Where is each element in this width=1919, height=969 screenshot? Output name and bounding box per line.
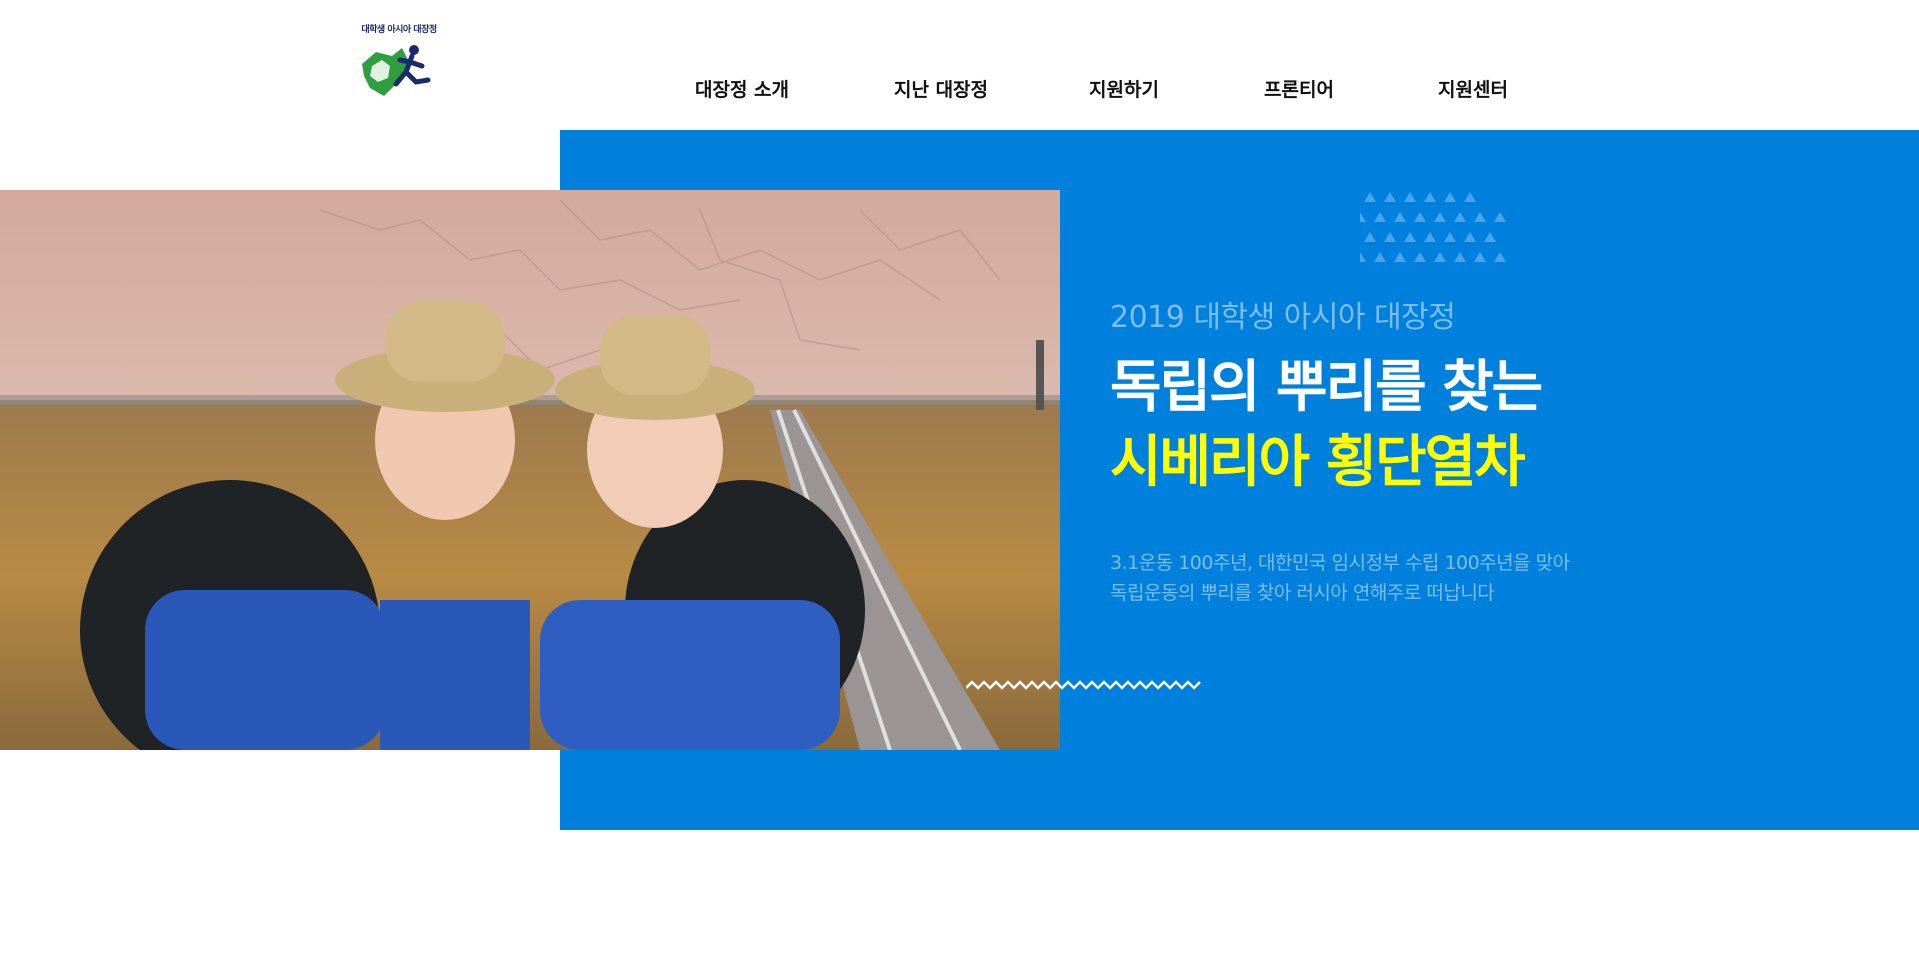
runner-map-logo-icon — [362, 45, 431, 96]
two-students-on-railway-photo-icon — [0, 190, 1060, 750]
hero-photo — [0, 190, 1060, 750]
zigzag-divider-icon — [966, 680, 1201, 690]
hero-title-line1: 독립의 뿌리를 찾는 — [1110, 355, 1543, 420]
site-logo[interactable]: 대학생 아시아 대장정 — [354, 18, 444, 104]
hero-description-line2: 독립운동의 뿌리를 찾아 러시아 연해주로 떠납니다 — [1110, 582, 1495, 604]
nav-item-support-center[interactable]: 지원센터 — [1438, 76, 1508, 104]
nav-item-about[interactable]: 대장정 소개 — [695, 76, 789, 104]
hero-description-line1: 3.1운동 100주년, 대한민국 임시정부 수립 100주년을 맞아 — [1110, 552, 1570, 574]
site-header: 대학생 아시아 대장정 대장정 소개 지난 대장정 지원하기 프론티어 지원센터 — [0, 0, 1919, 130]
hero-title-line2: 시베리아 횡단열차 — [1110, 430, 1526, 495]
nav-item-apply[interactable]: 지원하기 — [1089, 76, 1159, 104]
hero-description: 3.1운동 100주년, 대한민국 임시정부 수립 100주년을 맞아 독립운동… — [1110, 548, 1570, 608]
nav-item-past[interactable]: 지난 대장정 — [894, 76, 988, 104]
triangle-pattern-icon — [1360, 192, 1506, 262]
nav-item-frontier[interactable]: 프론티어 — [1264, 76, 1334, 104]
hero-subtitle: 2019 대학생 아시아 대장정 — [1110, 300, 1456, 335]
